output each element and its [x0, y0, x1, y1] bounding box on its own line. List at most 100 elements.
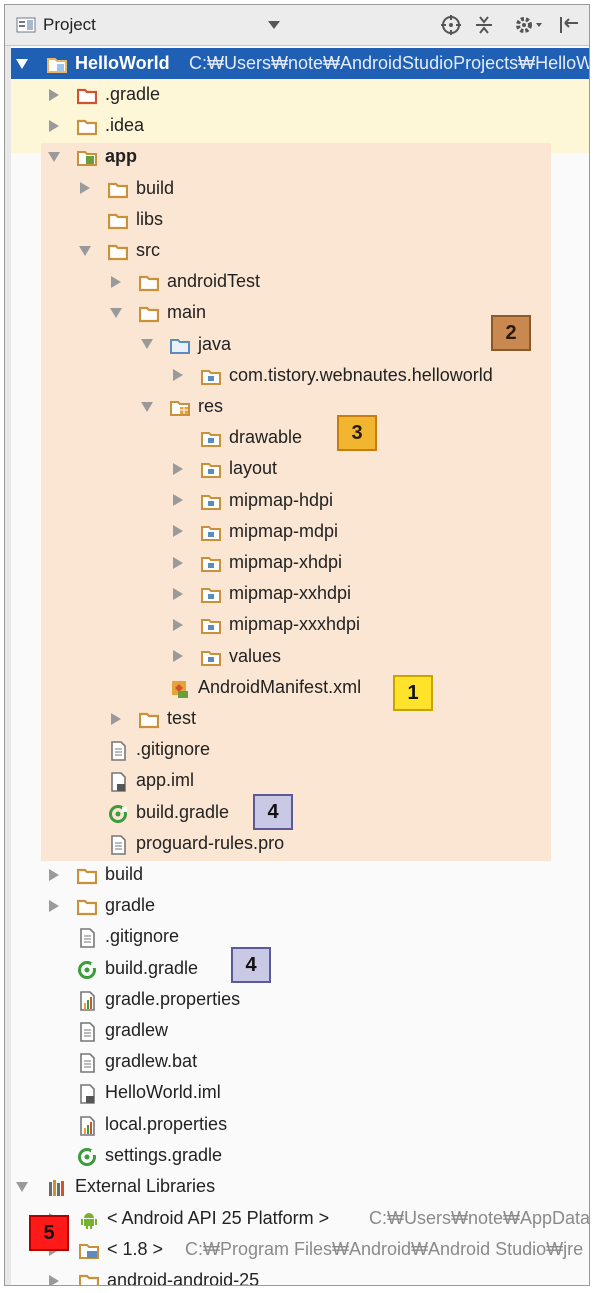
- annotation-badge: 5: [29, 1215, 69, 1251]
- tree-row[interactable]: External Libraries: [5, 1171, 589, 1202]
- folder-icon: [76, 896, 98, 916]
- tree-row[interactable]: local.properties: [5, 1109, 589, 1140]
- tree-item-label: mipmap-xhdpi: [229, 552, 343, 572]
- tree-row[interactable]: mipmap-xxxhdpi: [5, 609, 589, 640]
- iml-file-icon: [77, 1083, 97, 1105]
- tree-row[interactable]: .gradle: [5, 79, 589, 110]
- tree-row[interactable]: gradle: [5, 890, 589, 921]
- tree-row[interactable]: .gitignore: [5, 921, 589, 952]
- tree-row[interactable]: androidTest: [5, 266, 589, 297]
- tree-row[interactable]: < 1.8 > C:₩Program Files₩Android₩Android …: [5, 1234, 589, 1265]
- tree-item-label: layout: [229, 458, 278, 479]
- folder-icon: [76, 865, 98, 885]
- tree-row[interactable]: values: [5, 641, 589, 672]
- collapsed-arrow-icon[interactable]: [171, 485, 185, 516]
- iml-file-icon: [108, 771, 128, 793]
- tree-row[interactable]: src: [5, 235, 589, 266]
- tree-item-label: app: [105, 146, 138, 167]
- tree-item-label: mipmap-xxxhdpi: [229, 614, 361, 635]
- tree-row[interactable]: mipmap-mdpi: [5, 516, 589, 547]
- manifest-icon: [170, 678, 190, 698]
- tree-row[interactable]: drawable: [5, 422, 589, 453]
- folder-icon: [107, 179, 129, 199]
- collapsed-arrow-icon[interactable]: [171, 641, 185, 672]
- tree-item-label: .idea: [105, 115, 145, 136]
- expand-arrow-icon[interactable]: [109, 297, 123, 328]
- expand-arrow-icon[interactable]: [47, 141, 61, 172]
- properties-file-icon: [77, 990, 97, 1011]
- collapsed-arrow-icon[interactable]: [171, 609, 185, 640]
- expand-arrow-icon[interactable]: [140, 329, 154, 360]
- crosshair-icon[interactable]: [440, 15, 462, 35]
- package-icon: [201, 366, 221, 386]
- collapsed-arrow-icon[interactable]: [109, 703, 123, 734]
- collapse-all-icon[interactable]: [473, 15, 495, 35]
- tree-row[interactable]: app: [5, 141, 589, 172]
- tree-item-label: < 1.8 >: [107, 1239, 164, 1259]
- gear-icon[interactable]: [513, 15, 545, 35]
- tree-item-label: proguard-rules.pro: [136, 832, 285, 853]
- tree-row[interactable]: build.gradle: [5, 797, 589, 828]
- hide-panel-icon[interactable]: [557, 15, 581, 35]
- view-selector-label[interactable]: Project: [43, 15, 96, 35]
- collapsed-arrow-icon[interactable]: [171, 360, 185, 391]
- collapsed-arrow-icon[interactable]: [171, 516, 185, 547]
- tree-item-label: .gradle: [105, 84, 161, 104]
- text-file-icon: [77, 1021, 97, 1042]
- tree-row[interactable]: build: [5, 173, 589, 204]
- collapsed-arrow-icon[interactable]: [171, 547, 185, 578]
- tree-row[interactable]: build: [5, 859, 589, 890]
- root-project-path: C:₩Users₩note₩AndroidStudioProjects₩Hell…: [189, 53, 590, 73]
- tree-row[interactable]: com.tistory.webnautes.helloworld: [5, 360, 589, 391]
- tree-row[interactable]: mipmap-hdpi: [5, 485, 589, 516]
- collapsed-arrow-icon[interactable]: [171, 453, 185, 484]
- jdk-icon: [79, 1240, 99, 1260]
- tree-item-label: androidTest: [167, 271, 261, 292]
- tree-row[interactable]: gradlew: [5, 1015, 589, 1046]
- gradle-icon: [77, 1146, 97, 1166]
- tree-row[interactable]: layout: [5, 453, 589, 484]
- tree-item-label: build: [136, 177, 175, 198]
- collapsed-arrow-icon[interactable]: [47, 1265, 61, 1285]
- tree-row[interactable]: test: [5, 703, 589, 734]
- tree-row[interactable]: .idea: [5, 110, 589, 141]
- expand-arrow-icon[interactable]: [15, 1171, 29, 1202]
- tree-row[interactable]: AndroidManifest.xml: [5, 672, 589, 703]
- tree-row[interactable]: android-android-25: [5, 1265, 589, 1285]
- tree-row[interactable]: gradlew.bat: [5, 1046, 589, 1077]
- tree-row[interactable]: mipmap-xxhdpi: [5, 578, 589, 609]
- chevron-down-icon[interactable]: [267, 15, 281, 35]
- annotation-badge: 4: [231, 947, 271, 983]
- folder-icon: [78, 1271, 100, 1285]
- tree-row[interactable]: .gitignore: [5, 734, 589, 765]
- tree-row-root[interactable]: HelloWorld C:₩Users₩note₩AndroidStudioPro…: [11, 48, 589, 79]
- folder-icon: [201, 647, 221, 667]
- tree-row[interactable]: libs: [5, 204, 589, 235]
- tree-item-label: gradle: [105, 895, 156, 916]
- source-folder-icon: [170, 335, 190, 355]
- tree-row[interactable]: gradle.properties: [5, 984, 589, 1015]
- tree-row[interactable]: proguard-rules.pro: [5, 828, 589, 859]
- expand-arrow-icon[interactable]: [140, 391, 154, 422]
- expand-arrow-icon[interactable]: [78, 235, 92, 266]
- collapsed-arrow-icon[interactable]: [47, 110, 61, 141]
- tree-item-label: src: [136, 240, 160, 260]
- library-path: C:₩Program Files₩Android₩Android Studio₩…: [185, 1239, 584, 1259]
- tree-row[interactable]: HelloWorld.iml: [5, 1077, 589, 1108]
- collapsed-arrow-icon[interactable]: [78, 173, 92, 204]
- tree-row[interactable]: app.iml: [5, 765, 589, 796]
- tree-row[interactable]: build.gradle: [5, 953, 589, 984]
- tree-item-label: res: [198, 396, 224, 416]
- expand-arrow-icon[interactable]: [15, 48, 29, 79]
- collapsed-arrow-icon[interactable]: [109, 266, 123, 297]
- tree-row[interactable]: mipmap-xhdpi: [5, 547, 589, 578]
- collapsed-arrow-icon[interactable]: [171, 578, 185, 609]
- tree-item-label: build.gradle: [105, 957, 199, 978]
- collapsed-arrow-icon[interactable]: [47, 859, 61, 890]
- collapsed-arrow-icon[interactable]: [47, 890, 61, 921]
- tree-row[interactable]: settings.gradle: [5, 1140, 589, 1171]
- collapsed-arrow-icon[interactable]: [47, 79, 61, 110]
- text-file-icon: [108, 740, 128, 761]
- tree-row[interactable]: res: [5, 391, 589, 422]
- tree-row[interactable]: < Android API 25 Platform > C:₩Users₩note…: [5, 1203, 589, 1234]
